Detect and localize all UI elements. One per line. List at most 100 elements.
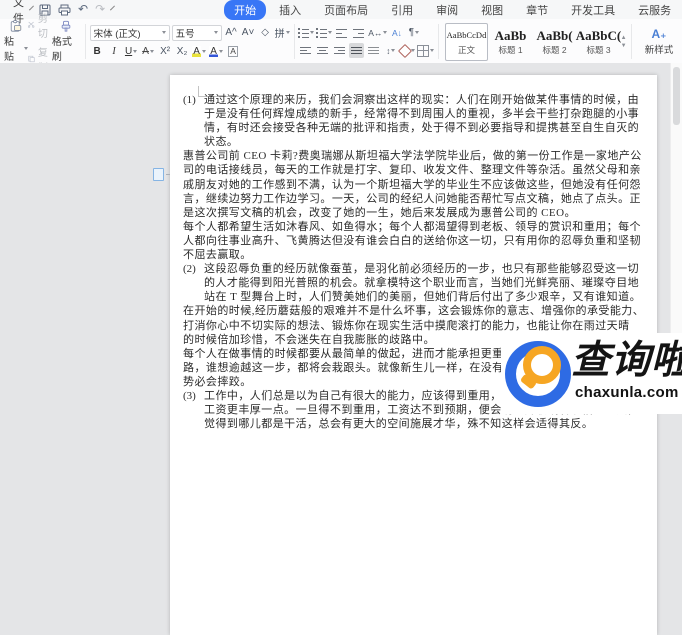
doc-line-text: 势必会摔跤。 [183,375,252,388]
doc-line-text: 惠普公司前 CEO 卡莉?费奥瑞娜从斯坦福大学法学院毕业后，做的第一份工作是一家… [183,150,642,163]
font-color-caret-icon [218,49,223,53]
decrease-indent-button[interactable] [334,25,349,40]
tab-视图[interactable]: 视图 [471,0,513,20]
redo-button[interactable]: ↷ [95,3,105,16]
print-button[interactable] [58,3,71,16]
pinyin-icon: 拼 [274,29,285,40]
style-preview: AaBb [494,27,527,43]
style-标题 2[interactable]: AaBb(标题 2 [533,23,576,61]
char-border-button[interactable]: A [226,44,241,59]
numbered-list-button[interactable] [316,25,333,40]
font-name-select[interactable]: 宋体 (正文) [89,24,170,41]
superscript-button[interactable]: X² [158,44,173,59]
doc-line-text: 的时候倍加珍惜，不会迷失在自我膨胀的歧路中。 [183,333,435,346]
quick-access-caret-icon[interactable] [110,5,116,11]
tab-页面布局[interactable]: 页面布局 [314,0,378,20]
doc-line: 站在 T 型舞台上时，人们赞美她们的美丽，但她们背后付出了多少艰辛，又有谁知道。 [183,290,646,304]
doc-line-text: 是这次撰写文稿的机会，改变了她的一生，她后来发展成为惠普公司的 CEO。 [183,206,576,219]
align-left-button[interactable] [298,43,313,58]
comment-marker-icon[interactable] [153,168,170,181]
char-scale-caret-icon [383,31,388,34]
style-label: 标题 3 [586,44,611,55]
char-scale-icon: A↔ [368,27,383,38]
bullet-list-button[interactable] [298,25,315,40]
doc-line-text: 在开始的时候,经历蘑菇般的艰难并不是什么坏事，这会锻炼你的意志、增强你的承受能力… [183,305,645,318]
paragraph-mark-icon: ¶ [408,27,415,38]
gallery-up-icon[interactable]: ▲ [621,35,627,41]
cut-button[interactable]: 剪切 [27,10,52,40]
numbered-list-caret-icon [328,31,333,34]
tab-章节[interactable]: 章节 [516,0,558,20]
tab-审阅[interactable]: 审阅 [426,0,468,20]
bullet-list-caret-icon [310,31,315,34]
grow-font-button[interactable]: A^ [224,25,239,40]
shading-icon [398,43,413,58]
new-style-icon: A₊ [651,27,667,41]
sort-icon: A↓ [391,27,402,38]
tab-引用[interactable]: 引用 [381,0,423,20]
doc-line-text: 人都向往事业高升、飞黄腾达但没有谁会白白的送给你这一切，只有用你的忍辱负重和坚韧 [183,234,641,247]
show-marks-caret-icon [415,31,420,34]
doc-line-text: 于是没有任何辉煌成绩的新手，经常得不到周围人的重视，多半会干些打杂跑腿的小事 [204,108,640,121]
scrollbar-thumb[interactable] [673,67,680,125]
undo-button[interactable]: ↶ [78,3,88,16]
doc-line-text: 情，有时还会接受各种无端的批评和指责，处于得不到必要指导和提携甚至自生自灭的 [204,122,640,135]
doc-line-text: 戚朋友对她的工作感到不满，认为一个斯坦福大学的毕业生不应该做这些，但她没有任何怨 [183,178,641,191]
italic-button[interactable]: I [107,44,122,59]
list-number: (2) [183,263,196,276]
styles-gallery: AaBbCcDd 正文 AaBb 标题 1 AaBb(标题 2 AaBbC(标题 3 [445,20,622,63]
tab-云服务[interactable]: 云服务 [628,0,681,20]
align-right-button[interactable] [332,43,347,58]
doc-line: 司的电话接线员，每天的工作就是打字、复印、收发文件、整理文件等杂活。虽然父母和亲 [183,163,646,177]
tab-开发工具[interactable]: 开发工具 [561,0,625,20]
distribute-button[interactable] [366,43,381,58]
paste-button[interactable]: 粘贴 [4,20,28,63]
strikethrough-button[interactable]: A [141,44,156,59]
borders-button[interactable] [417,43,435,58]
gallery-down-icon[interactable]: ▼ [621,43,627,49]
bold-button[interactable]: B [90,44,105,59]
format-painter-button[interactable]: 格式刷 [52,20,81,63]
char-scale-button[interactable]: A↔ [368,25,388,40]
justify-button[interactable] [349,43,365,58]
style-标题 1[interactable]: AaBb 标题 1 [489,23,532,61]
document-area: (1) 通过这个原理的来历，我们会洞察出这样的现实：人们在刚开始做某件事情的时候，… [0,63,682,635]
increase-indent-icon [353,27,365,38]
shading-button[interactable] [398,43,416,58]
style-preview: AaBbCcDd [446,29,487,40]
watermark-title: 查询啦 [571,339,682,382]
font-name-value: 宋体 (正文) [93,28,141,40]
align-right-icon [334,45,346,56]
cut-label: 剪切 [37,13,48,40]
sort-button[interactable]: A↓ [389,25,404,40]
show-marks-button[interactable]: ¶ [406,25,421,40]
font-color-button[interactable]: A [209,44,224,59]
distribute-icon [368,45,380,56]
line-spacing-button[interactable]: ↕ [383,43,398,58]
font-size-select[interactable]: 五号 [171,24,222,41]
ribbon-separator [84,24,86,59]
tab-插入[interactable]: 插入 [269,0,311,20]
increase-indent-button[interactable] [351,25,366,40]
highlight-button[interactable]: A [192,44,207,59]
doc-line: 每个人都希望生活如沐春风、如鱼得水；每个人都渴望得到老板、领导的赏识和重用；每个 [183,220,646,234]
style-标题 3[interactable]: AaBbC(标题 3 [576,23,622,61]
new-style-button[interactable]: A₊ 新样式 [636,20,682,63]
char-border-icon: A [228,45,238,57]
ribbon-tabs: 开始 插入 页面布局 引用 审阅 视图 章节 开发工具 云服务 [224,0,681,20]
ribbon-separator [631,24,632,59]
doc-line-text: 站在 T 型舞台上时，人们赞美她们的美丽，但她们背后付出了多少艰辛，又有谁知道。 [204,291,642,304]
style-正文[interactable]: AaBbCcDd 正文 [445,22,488,61]
subscript-button[interactable]: X₂ [175,44,190,59]
align-center-button[interactable] [315,43,330,58]
shrink-font-button[interactable]: A˅ [241,25,256,40]
line-spacing-caret-icon [391,49,396,52]
gallery-scroll[interactable]: ▲ ▼ [620,20,627,63]
tab-开始[interactable]: 开始 [224,0,267,20]
doc-line: 戚朋友对她的工作感到不满，认为一个斯坦福大学的毕业生不应该做这些，但她没有任何怨 [183,178,646,192]
doc-line: (2) 这段忍辱负重的经历就像蚕茧，是羽化前必须经历的一步，也只有那些能够忍受这一… [183,262,646,276]
pinyin-guide-button[interactable]: 拼 [275,25,290,40]
clear-format-button[interactable]: ◇ [258,25,273,40]
underline-button[interactable]: U [124,44,139,59]
clipboard-icon [10,20,22,32]
